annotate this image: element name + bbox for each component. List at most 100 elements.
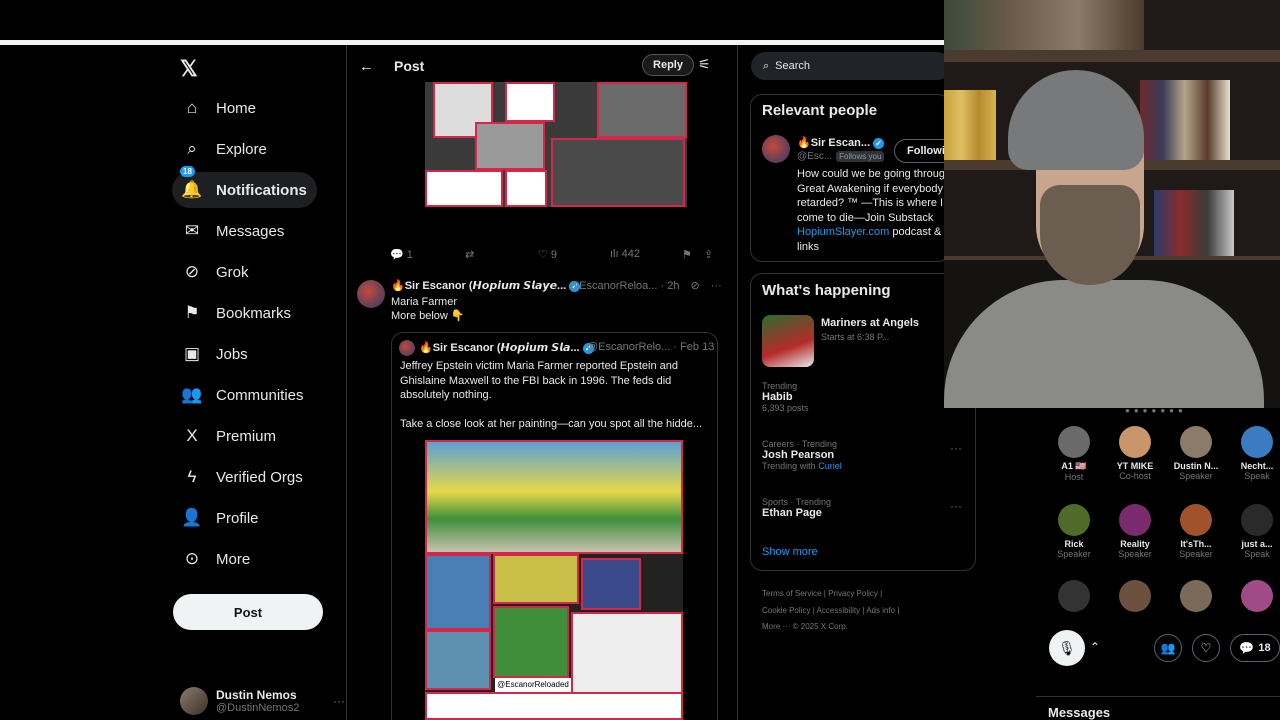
sidebar-item-label: Communities xyxy=(216,386,304,404)
x-logo-icon: X xyxy=(186,426,198,445)
sidebar-item-label: Notifications xyxy=(216,181,307,199)
sidebar-item-explore[interactable]: ⌕ Explore xyxy=(172,131,277,167)
event-thumbnail[interactable] xyxy=(762,315,814,367)
sidebar-item-label: Jobs xyxy=(216,345,248,363)
microphone-button[interactable]: 🎙 xyxy=(1049,630,1085,666)
relevant-person-name[interactable]: 🔥Sir Escan... ✓ xyxy=(797,136,885,149)
trend-item[interactable]: Trending Habib 6,393 posts xyxy=(762,381,972,413)
more-dots-icon[interactable]: ··· xyxy=(333,694,345,708)
avatar xyxy=(180,687,208,715)
avatar xyxy=(1058,504,1090,536)
avatar[interactable] xyxy=(1058,580,1090,612)
bookmark-icon: ⚑ xyxy=(184,303,200,322)
sidebar-item-premium[interactable]: X Premium xyxy=(172,418,286,454)
sidebar-item-verified-orgs[interactable]: ϟ Verified Orgs xyxy=(172,459,313,495)
column-divider xyxy=(346,45,347,720)
participant-role: Speaker xyxy=(1057,549,1091,559)
avatar xyxy=(1241,426,1273,458)
participant-role: Speak xyxy=(1244,471,1270,481)
more-dots-icon[interactable]: ··· xyxy=(711,280,722,292)
participant-name: Dustin N... xyxy=(1173,461,1219,471)
sidebar-item-messages[interactable]: ✉ Messages xyxy=(172,213,294,249)
people-button[interactable]: 👥 xyxy=(1154,634,1182,662)
quote-author-name: 🔥Sir Escanor (𝙃𝙤𝙥𝙞𝙪𝙢 𝙎𝙡𝙖... ✓ xyxy=(419,341,594,354)
sidebar-item-jobs[interactable]: ▣ Jobs xyxy=(172,336,258,372)
participant-name: Reality xyxy=(1120,539,1150,549)
footer-links[interactable]: Terms of Service | Privacy Policy | Cook… xyxy=(762,586,962,636)
sidebar-item-label: Profile xyxy=(216,509,259,527)
bookmark-icon[interactable]: ⚑ xyxy=(682,248,692,261)
tweet-author-name[interactable]: 🔥Sir Escanor (𝙃𝙤𝙥𝙞𝙪𝙢 𝙎𝙡𝙖𝙮𝙚... ✓ xyxy=(391,279,581,292)
show-more-link[interactable]: Show more xyxy=(762,546,818,558)
avatar[interactable] xyxy=(762,135,790,163)
divider xyxy=(0,40,945,45)
sidebar-item-home[interactable]: ⌂ Home xyxy=(172,90,266,126)
space-participant[interactable]: Rick Speaker xyxy=(1044,504,1104,559)
avatar[interactable] xyxy=(357,280,385,308)
more-circle-icon: ⊙ xyxy=(184,549,200,568)
sidebar-item-label: Bookmarks xyxy=(216,304,292,322)
sliders-icon[interactable]: ⚟ xyxy=(698,56,711,73)
tweet-author-handle[interactable]: @EscanorReloa... · 2h ⊘ ··· xyxy=(568,279,722,292)
grok-icon: ⊘ xyxy=(184,262,200,281)
relevant-person-handle: @Esc... Follows you xyxy=(797,151,885,162)
sidebar-item-profile[interactable]: 👤 Profile xyxy=(172,500,269,536)
participant-name: It'sTh... xyxy=(1180,539,1212,549)
trend-item[interactable]: Sports · Trending Ethan Page ··· xyxy=(762,497,972,519)
space-participant[interactable]: Necht... Speak xyxy=(1227,426,1280,481)
participant-role: Host xyxy=(1064,472,1084,482)
more-dots-icon[interactable]: ··· xyxy=(950,499,962,513)
page-title: Post xyxy=(394,58,425,74)
avatar[interactable] xyxy=(1180,580,1212,612)
react-button[interactable]: ♡ xyxy=(1192,634,1220,662)
space-participant[interactable]: just a... Speak xyxy=(1227,504,1280,559)
grok-icon[interactable]: ⊘ xyxy=(691,280,700,292)
views-icon[interactable]: ılı 442 xyxy=(610,248,640,260)
quote-text: Jeffrey Epstein victim Maria Farmer repo… xyxy=(400,360,703,430)
tweet-actions: 💬 1 ⇄ ♡ 9 ılı 442 ⚑ ⇪ xyxy=(390,248,713,264)
sidebar-item-label: More xyxy=(216,550,251,568)
people-icon: 👥 xyxy=(181,385,203,404)
sidebar-item-bookmarks[interactable]: ⚑ Bookmarks xyxy=(172,295,301,331)
avatar[interactable] xyxy=(1241,580,1273,612)
space-participant[interactable]: Reality Speaker xyxy=(1105,504,1165,559)
participant-role: Speak xyxy=(1244,549,1270,559)
sidebar-item-grok[interactable]: ⊘ Grok xyxy=(172,254,259,290)
search-icon: ⌕ xyxy=(763,59,770,72)
more-dots-icon[interactable]: ··· xyxy=(950,441,962,455)
bell-icon: 🔔 xyxy=(181,180,203,199)
tweet-image-painting[interactable]: @EscanorReloaded xyxy=(425,440,683,720)
trend-item[interactable]: Careers · Trending Josh Pearson Trending… xyxy=(762,439,972,471)
sidebar-item-more[interactable]: ⊙ More xyxy=(172,541,260,577)
share-icon[interactable]: ⇪ xyxy=(704,248,713,261)
sidebar-item-communities[interactable]: 👥 Communities xyxy=(172,377,314,413)
column-divider xyxy=(737,45,738,720)
heart-icon: ♡ xyxy=(1200,641,1212,655)
event-title[interactable]: Mariners at Angels xyxy=(821,317,919,329)
avatar[interactable] xyxy=(1119,580,1151,612)
comments-button[interactable]: 💬 18 xyxy=(1230,634,1280,662)
messages-drawer[interactable]: Messages xyxy=(1036,696,1280,720)
participant-role: Speaker xyxy=(1118,549,1152,559)
participant-name: just a... xyxy=(1241,539,1273,549)
reply-button[interactable]: Reply xyxy=(642,54,694,76)
retweet-icon[interactable]: ⇄ xyxy=(465,248,474,261)
sidebar-item-notifications[interactable]: 🔔 18 Notifications xyxy=(172,166,317,208)
avatar xyxy=(1180,504,1212,536)
account-switcher[interactable]: Dustin Nemos @DustinNemos2 ··· xyxy=(180,685,345,717)
space-participant[interactable]: A1 🇺🇸 Host xyxy=(1044,426,1104,482)
back-arrow-icon[interactable]: ← xyxy=(359,58,374,75)
space-participant[interactable]: Dustin N... Speaker xyxy=(1166,426,1226,481)
reply-icon[interactable]: 💬 1 xyxy=(390,248,413,261)
space-participant[interactable]: It'sTh... Speaker xyxy=(1166,504,1226,559)
space-participant[interactable]: YT MIKE Co-host xyxy=(1105,426,1165,481)
search-icon: ⌕ xyxy=(187,139,197,158)
post-button[interactable]: Post xyxy=(173,594,323,630)
avatar xyxy=(1119,504,1151,536)
chevron-up-icon[interactable]: ⌃ xyxy=(1090,640,1100,654)
microphone-icon: 🎙 xyxy=(1058,639,1076,656)
tweet-image-collage[interactable] xyxy=(425,82,687,207)
bio-link[interactable]: HopiumSlayer.com xyxy=(797,226,889,238)
like-icon[interactable]: ♡ 9 xyxy=(538,248,557,261)
search-input[interactable]: ⌕ Search xyxy=(751,52,951,80)
